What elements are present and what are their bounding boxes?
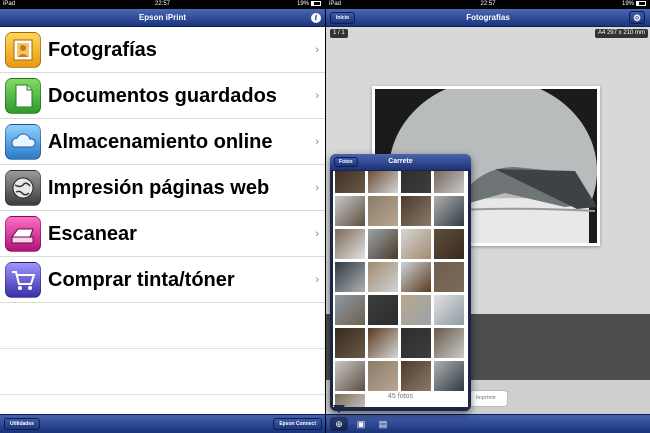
cloud-icon	[5, 124, 41, 160]
globe-icon	[5, 170, 41, 206]
clock: 22:57	[154, 1, 170, 7]
scanner-icon	[5, 216, 41, 252]
photo-thumbnail[interactable]	[434, 361, 464, 391]
popover-header: Fotos Carrete	[330, 154, 471, 170]
menu-label: Documentos guardados	[48, 85, 277, 107]
chevron-right-icon: ›	[315, 90, 319, 102]
menu-label: Escanear	[48, 223, 137, 245]
menu-label: Comprar tinta/tóner	[48, 269, 235, 291]
info-icon[interactable]: i	[311, 13, 321, 23]
cart-icon	[5, 262, 41, 298]
document-icon	[5, 78, 41, 114]
bottom-toolbar: ⊕ ▣ ▤	[326, 414, 650, 433]
chevron-right-icon: ›	[315, 182, 319, 194]
battery-status: 19%	[622, 0, 646, 9]
photo-thumbnail[interactable]	[368, 361, 398, 391]
battery-icon	[311, 0, 321, 6]
photo-thumbnail[interactable]	[335, 328, 365, 358]
menu-item-buy-ink[interactable]: Comprar tinta/tóner ›	[0, 257, 325, 303]
menu-label: Impresión páginas web	[48, 177, 270, 199]
nav-bar: Inicio Fotografías ⚙	[326, 9, 650, 27]
photo-thumbnail[interactable]	[434, 328, 464, 358]
battery-status: 19%	[297, 0, 321, 9]
photo-picker-popover: Fotos Carrete 45 fotos	[330, 154, 471, 411]
nav-bar: Epson iPrint i	[0, 9, 325, 27]
menu-item-saved-documents[interactable]: Documentos guardados ›	[0, 73, 325, 119]
menu-item-web-printing[interactable]: Impresión páginas web ›	[0, 165, 325, 211]
photo-thumbnail[interactable]	[368, 229, 398, 259]
status-bar: iPad 22:57 19%	[326, 0, 650, 9]
photo-thumbnail[interactable]	[335, 171, 365, 193]
photo-thumbnail[interactable]	[434, 262, 464, 292]
menu-item-online-storage[interactable]: Almacenamiento online ›	[0, 119, 325, 165]
home-button[interactable]: Inicio	[330, 12, 356, 24]
camera-icon[interactable]: ▣	[352, 417, 370, 431]
chevron-right-icon: ›	[315, 136, 319, 148]
photo-thumbnail[interactable]	[401, 196, 431, 226]
popover-title: Carrete	[388, 158, 413, 165]
screen-title: Fotografías	[466, 13, 510, 22]
clock: 22:57	[480, 1, 496, 7]
photo-thumbnail[interactable]	[434, 196, 464, 226]
page-counter: 1 / 1	[330, 29, 348, 38]
menu-item-photos[interactable]: Fotografías ›	[0, 27, 325, 73]
bottom-toolbar: Utilidades Epson Connect	[0, 414, 325, 433]
edit-photo-icon[interactable]: ▤	[374, 417, 392, 431]
menu-label: Almacenamiento online	[48, 131, 273, 153]
status-bar: iPad 22:57 19%	[0, 0, 325, 9]
photo-thumbnail[interactable]	[401, 262, 431, 292]
back-button[interactable]: Fotos	[334, 157, 358, 167]
photo-thumbnail[interactable]	[368, 196, 398, 226]
photo-select-icon[interactable]: ⊕	[330, 417, 348, 431]
photo-thumbnail[interactable]	[401, 171, 431, 193]
photo-thumbnail[interactable]	[368, 171, 398, 193]
chevron-right-icon: ›	[315, 228, 319, 240]
photo-thumbnail[interactable]	[401, 229, 431, 259]
popover-arrow	[333, 405, 345, 413]
epson-connect-button[interactable]: Epson Connect	[273, 418, 322, 430]
menu-item-scan[interactable]: Escanear ›	[0, 211, 325, 257]
chevron-right-icon: ›	[315, 274, 319, 286]
photo-thumbnail[interactable]	[335, 295, 365, 325]
photo-thumbnail[interactable]	[335, 196, 365, 226]
photo-thumbnail[interactable]	[335, 262, 365, 292]
photo-thumbnail[interactable]	[368, 262, 398, 292]
empty-row	[0, 349, 325, 395]
photo-count: 45 fotos	[388, 393, 413, 400]
paper-size[interactable]: A4 297 x 210 mm	[594, 29, 648, 38]
battery-icon	[636, 0, 646, 6]
menu-label: Fotografías	[48, 39, 157, 61]
photo-thumbnail[interactable]	[401, 328, 431, 358]
photo-thumbnail[interactable]	[401, 295, 431, 325]
chevron-right-icon: ›	[315, 44, 319, 56]
photo-thumbnail[interactable]	[401, 361, 431, 391]
photo-thumbnail[interactable]	[368, 295, 398, 325]
photo-icon	[5, 32, 41, 68]
left-screen: iPad 22:57 19% Epson iPrint i Fotografía…	[0, 0, 325, 433]
photo-thumbnail[interactable]	[335, 229, 365, 259]
gear-icon[interactable]: ⚙	[629, 11, 645, 24]
utilities-button[interactable]: Utilidades	[4, 418, 40, 430]
photo-thumbnail[interactable]	[335, 361, 365, 391]
photo-grid: 45 fotos	[333, 171, 468, 407]
photo-thumbnail[interactable]	[434, 295, 464, 325]
main-menu: Fotografías › Documentos guardados › Alm…	[0, 27, 325, 395]
empty-row	[0, 303, 325, 349]
photo-thumbnail[interactable]	[434, 229, 464, 259]
photo-thumbnail[interactable]	[368, 328, 398, 358]
app-title: Epson iPrint	[138, 13, 187, 22]
photo-thumbnail[interactable]	[434, 171, 464, 193]
